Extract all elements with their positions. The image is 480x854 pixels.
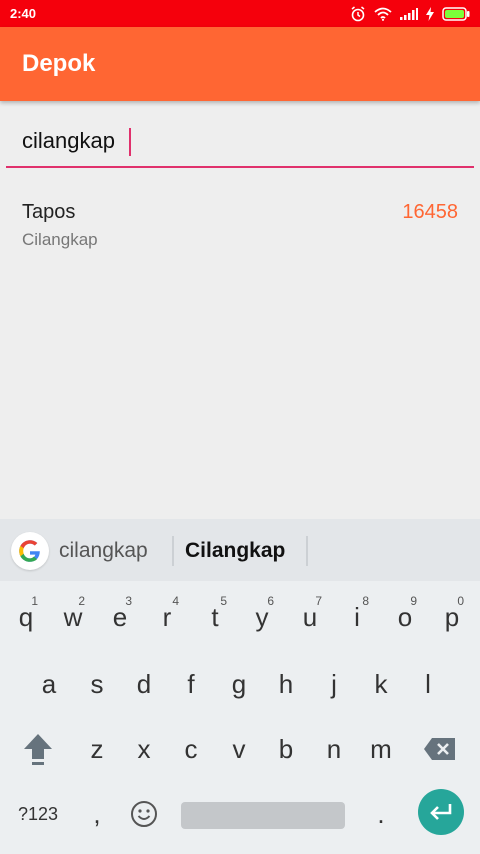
app-bar: Depok bbox=[0, 27, 480, 101]
key-o[interactable]: 9o bbox=[385, 592, 425, 642]
result-subtitle: Cilangkap bbox=[22, 230, 98, 249]
enter-icon bbox=[430, 804, 452, 820]
space-key[interactable] bbox=[181, 802, 345, 829]
key-q[interactable]: 1q bbox=[6, 592, 46, 642]
key-z[interactable]: z bbox=[77, 724, 117, 774]
key-v[interactable]: v bbox=[219, 724, 259, 774]
result-postal-code: 16458 bbox=[402, 201, 458, 223]
key-w[interactable]: 2w bbox=[53, 592, 93, 642]
battery-icon bbox=[442, 6, 470, 21]
result-title: Tapos bbox=[22, 201, 76, 223]
suggestion-divider bbox=[306, 536, 308, 566]
search-field[interactable] bbox=[6, 118, 474, 168]
suggestion-divider bbox=[172, 536, 174, 566]
app-title: Depok bbox=[22, 50, 96, 77]
result-row[interactable]: Tapos Cilangkap 16458 bbox=[0, 195, 480, 259]
wifi-icon bbox=[374, 7, 392, 21]
key-l[interactable]: l bbox=[408, 659, 448, 709]
status-icons bbox=[350, 5, 470, 22]
key-s[interactable]: s bbox=[77, 659, 117, 709]
key-e[interactable]: 3e bbox=[100, 592, 140, 642]
text-caret bbox=[129, 128, 131, 156]
backspace-icon bbox=[424, 738, 455, 760]
key-p[interactable]: 0p bbox=[432, 592, 472, 642]
alarm-icon bbox=[351, 5, 365, 21]
shift-key[interactable] bbox=[18, 724, 58, 774]
key-r[interactable]: 4r bbox=[147, 592, 187, 642]
enter-key[interactable] bbox=[418, 789, 464, 835]
key-f[interactable]: f bbox=[171, 659, 211, 709]
suggestion-2[interactable]: Cilangkap bbox=[185, 539, 285, 563]
shift-icon bbox=[24, 734, 52, 765]
signal-icon bbox=[400, 7, 418, 20]
key-m[interactable]: m bbox=[361, 724, 401, 774]
key-u[interactable]: 7u bbox=[290, 592, 330, 642]
keyboard: cilangkap Cilangkap 1q 2w 3e 4r 5t 6y 7u… bbox=[0, 519, 480, 854]
key-a[interactable]: a bbox=[29, 659, 69, 709]
status-bar: 2:40 bbox=[0, 0, 480, 27]
period-key[interactable]: . bbox=[361, 789, 401, 839]
suggestion-1[interactable]: cilangkap bbox=[59, 539, 148, 563]
key-b[interactable]: b bbox=[266, 724, 306, 774]
search-input[interactable] bbox=[22, 125, 442, 157]
key-i[interactable]: 8i bbox=[337, 592, 377, 642]
key-d[interactable]: d bbox=[124, 659, 164, 709]
suggestion-bar: cilangkap Cilangkap bbox=[0, 519, 480, 581]
key-j[interactable]: j bbox=[314, 659, 354, 709]
emoji-icon bbox=[131, 801, 157, 827]
key-c[interactable]: c bbox=[171, 724, 211, 774]
google-icon[interactable] bbox=[11, 532, 49, 570]
status-time: 2:40 bbox=[10, 6, 37, 21]
emoji-key[interactable] bbox=[124, 789, 164, 839]
key-k[interactable]: k bbox=[361, 659, 401, 709]
charging-icon bbox=[426, 6, 434, 21]
key-n[interactable]: n bbox=[314, 724, 354, 774]
key-y[interactable]: 6y bbox=[242, 592, 282, 642]
key-g[interactable]: g bbox=[219, 659, 259, 709]
backspace-key[interactable] bbox=[420, 724, 460, 774]
key-t[interactable]: 5t bbox=[195, 592, 235, 642]
comma-key[interactable]: , bbox=[77, 789, 117, 839]
key-x[interactable]: x bbox=[124, 724, 164, 774]
key-h[interactable]: h bbox=[266, 659, 306, 709]
symbols-key[interactable]: ?123 bbox=[10, 789, 66, 839]
